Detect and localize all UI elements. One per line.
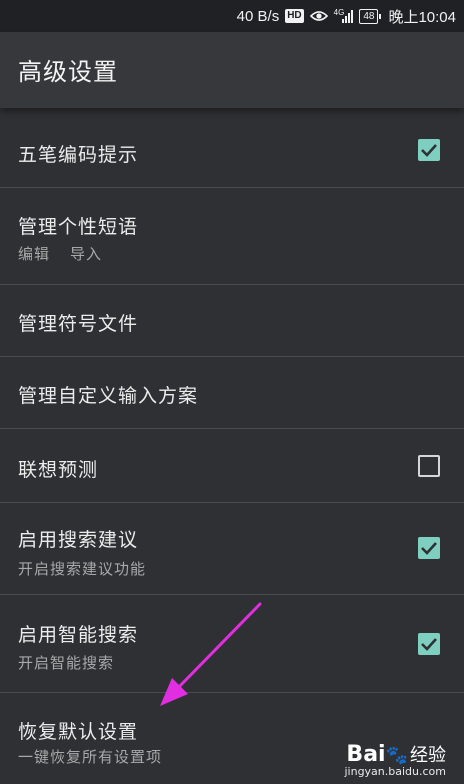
clock: 晚上10:04 bbox=[388, 8, 456, 26]
search-suggestions-checkbox[interactable] bbox=[418, 537, 440, 559]
page-title: 高级设置 bbox=[18, 58, 118, 86]
setting-subtitle: 开启搜索建议功能 bbox=[18, 560, 147, 578]
annotation-arrow-icon bbox=[160, 602, 262, 706]
setting-title: 管理个性短语 bbox=[18, 216, 139, 238]
wubi-hint-checkbox[interactable] bbox=[418, 139, 440, 161]
check-icon bbox=[421, 144, 437, 157]
setting-title: 联想预测 bbox=[18, 459, 99, 481]
battery-icon: 48 bbox=[359, 8, 382, 24]
watermark-url: jingyan.baidu.com bbox=[344, 765, 446, 778]
setting-title: 五笔编码提示 bbox=[18, 144, 139, 166]
eye-icon bbox=[309, 10, 328, 22]
status-bar: 40 B/s HD 4G 48 晚上10:04 bbox=[0, 0, 464, 32]
setting-subtitle: 开启智能搜索 bbox=[18, 654, 115, 672]
setting-title: 启用搜索建议 bbox=[18, 529, 139, 551]
setting-subtitle: 编辑 导入 bbox=[18, 243, 102, 264]
prediction-checkbox[interactable] bbox=[418, 455, 440, 477]
baidu-jingyan-watermark: Bai🐾 经验 jingyan.baidu.com bbox=[344, 741, 446, 778]
check-icon bbox=[421, 638, 437, 651]
battery-level: 48 bbox=[363, 10, 375, 22]
smart-search-checkbox[interactable] bbox=[418, 633, 440, 655]
check-icon bbox=[421, 542, 437, 555]
setting-title: 恢复默认设置 bbox=[18, 721, 139, 743]
setting-title: 管理符号文件 bbox=[18, 313, 139, 335]
hd-badge: HD bbox=[285, 9, 304, 23]
watermark-logo: Bai🐾 经验 bbox=[346, 742, 446, 767]
setting-manage-custom-input[interactable]: 管理自定义输入方案 bbox=[0, 357, 464, 429]
setting-title: 启用智能搜索 bbox=[18, 624, 139, 646]
setting-search-suggestions[interactable]: 启用搜索建议 开启搜索建议功能 bbox=[0, 503, 464, 595]
setting-manage-phrases[interactable]: 管理个性短语 编辑 导入 bbox=[0, 188, 464, 285]
import-link[interactable]: 导入 bbox=[70, 245, 102, 263]
signal-icon: 4G bbox=[334, 9, 354, 23]
title-bar: 高级设置 bbox=[0, 32, 464, 108]
setting-wubi-code-hint[interactable]: 五笔编码提示 bbox=[0, 108, 464, 188]
paw-icon: 🐾 bbox=[385, 745, 408, 766]
setting-title: 管理自定义输入方案 bbox=[18, 385, 199, 407]
setting-manage-symbol-files[interactable]: 管理符号文件 bbox=[0, 285, 464, 357]
edit-link[interactable]: 编辑 bbox=[18, 245, 50, 263]
setting-subtitle: 一键恢复所有设置项 bbox=[18, 748, 163, 766]
network-speed: 40 B/s bbox=[236, 7, 280, 25]
setting-prediction[interactable]: 联想预测 bbox=[0, 429, 464, 503]
